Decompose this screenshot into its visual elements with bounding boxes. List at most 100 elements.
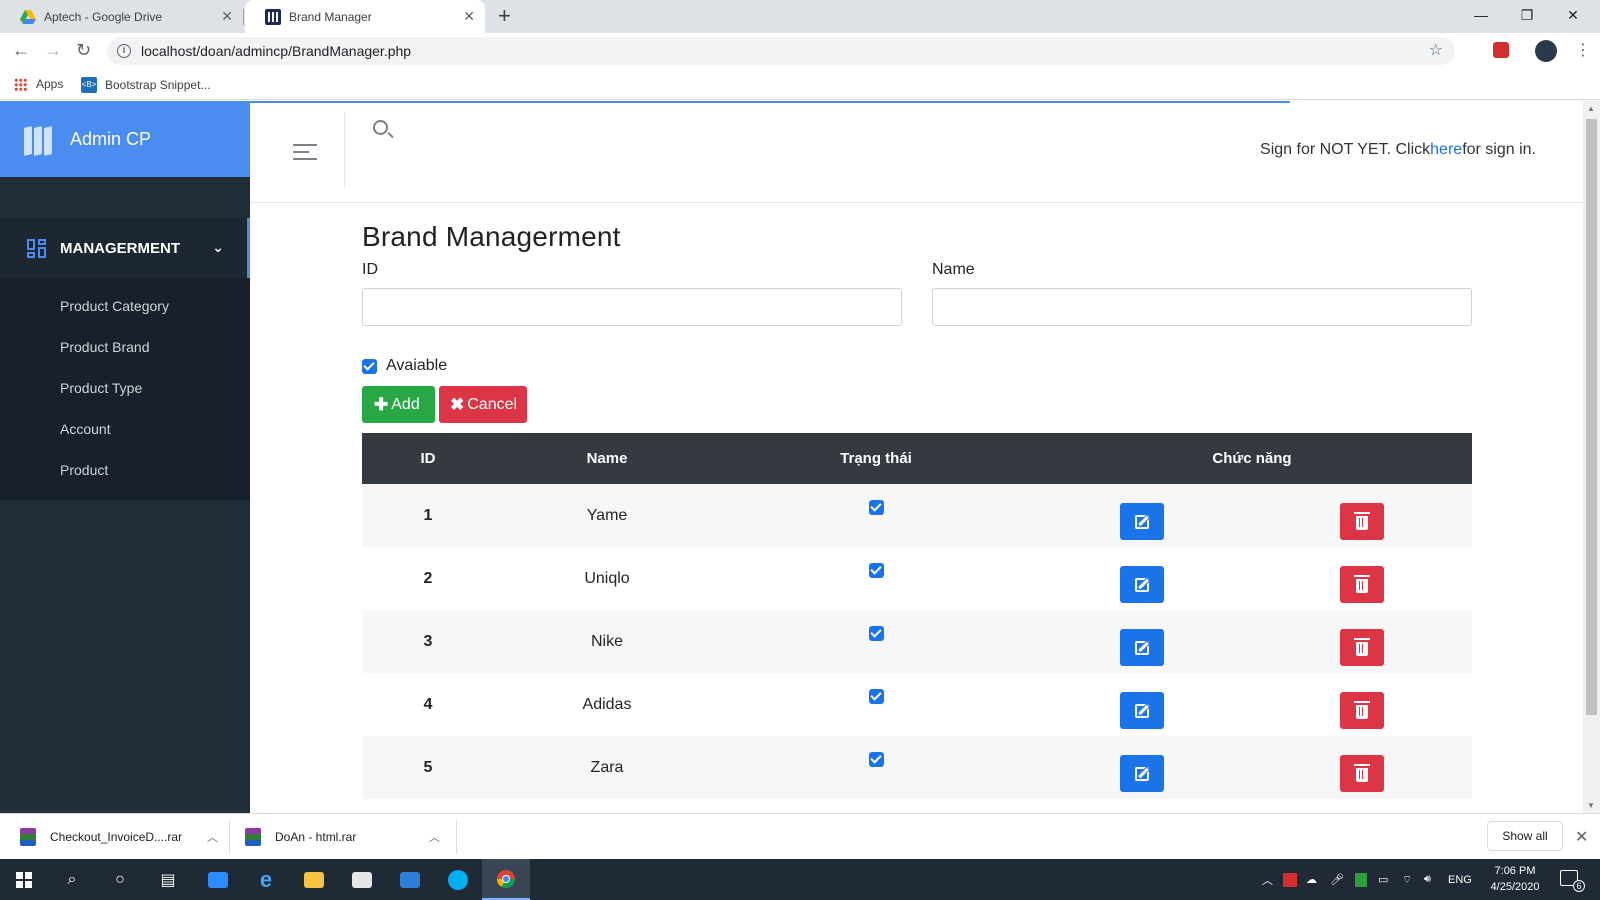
dashboard-grid-icon bbox=[27, 238, 46, 258]
sidebar-item-product-brand[interactable]: Product Brand bbox=[0, 331, 250, 372]
name-input[interactable] bbox=[932, 288, 1472, 326]
forward-arrow-icon[interactable]: → bbox=[44, 40, 62, 60]
sidebar-brand[interactable]: Admin CP bbox=[0, 101, 250, 177]
download-item[interactable]: DoAn - html.rar ︿ bbox=[245, 814, 440, 860]
sidebar-item-product-category[interactable]: Product Category bbox=[0, 290, 250, 331]
cancel-button[interactable]: ✖ Cancel bbox=[439, 386, 527, 423]
battery-icon[interactable]: ▭ bbox=[1378, 859, 1388, 900]
chrome-taskbar-icon[interactable] bbox=[482, 859, 530, 900]
system-clock[interactable]: 7:06 PM 4/25/2020 bbox=[1480, 863, 1550, 895]
back-arrow-icon[interactable]: ← bbox=[12, 40, 30, 60]
sidebar-item-product-type[interactable]: Product Type bbox=[0, 372, 250, 413]
status-checkbox[interactable] bbox=[868, 625, 884, 641]
page-scrollbar[interactable]: ▲ ▼ bbox=[1583, 101, 1600, 813]
sign-in-link[interactable]: here bbox=[1430, 141, 1462, 158]
available-checkbox[interactable] bbox=[362, 358, 377, 374]
tray-green-app-icon[interactable] bbox=[1355, 859, 1367, 900]
chrome-menu-icon[interactable]: ⋮ bbox=[1575, 40, 1591, 60]
sidebar-item-product[interactable]: Product bbox=[0, 454, 250, 495]
download-item[interactable]: Checkout_InvoiceD....rar ︿ bbox=[20, 814, 218, 860]
volume-icon[interactable]: 🔊︎ bbox=[1424, 859, 1431, 900]
bookmark-bootstrap-snippet[interactable]: <B> Bootstrap Snippet... bbox=[81, 77, 210, 93]
delete-button[interactable] bbox=[1340, 629, 1384, 666]
bookmark-star-icon[interactable]: ☆ bbox=[1429, 37, 1443, 65]
file-explorer-icon[interactable] bbox=[290, 859, 338, 900]
status-checkbox[interactable] bbox=[868, 688, 884, 704]
bookmark-label: Apps bbox=[36, 77, 64, 91]
close-download-bar-icon[interactable]: ✕ bbox=[1575, 827, 1588, 847]
cortana-icon[interactable]: ○ bbox=[96, 859, 144, 900]
cell-delete bbox=[1252, 736, 1472, 799]
id-input[interactable] bbox=[362, 288, 902, 326]
url-text: localhost/doan/admincp/BrandManager.php bbox=[141, 43, 412, 59]
status-checkbox[interactable] bbox=[868, 562, 884, 578]
profile-avatar[interactable] bbox=[1535, 40, 1557, 62]
section-label: MANAGERMENT bbox=[60, 239, 180, 257]
reload-icon[interactable]: ↻ bbox=[76, 40, 91, 60]
edit-button[interactable] bbox=[1120, 755, 1164, 792]
store-icon[interactable] bbox=[338, 859, 386, 900]
edit-button[interactable] bbox=[1120, 503, 1164, 540]
tray-app-icon[interactable] bbox=[1283, 859, 1297, 900]
add-button[interactable]: ✚ Add bbox=[362, 386, 435, 423]
available-row: Avaiable bbox=[362, 357, 1472, 375]
delete-button[interactable] bbox=[1340, 566, 1384, 603]
address-bar[interactable]: i localhost/doan/admincp/BrandManager.ph… bbox=[107, 37, 1455, 65]
trash-icon bbox=[1354, 764, 1370, 782]
chevron-up-icon[interactable]: ︿ bbox=[207, 829, 218, 845]
new-tab-button[interactable]: + bbox=[498, 4, 511, 28]
delete-button[interactable] bbox=[1340, 503, 1384, 540]
table-row: 4 Adidas bbox=[362, 673, 1472, 736]
restore-button[interactable]: ❐ bbox=[1504, 0, 1550, 30]
scroll-up-arrow-icon[interactable]: ▲ bbox=[1587, 104, 1595, 113]
edit-button[interactable] bbox=[1120, 692, 1164, 729]
action-center-icon[interactable]: 6 bbox=[1560, 870, 1585, 892]
language-indicator[interactable]: ENG bbox=[1448, 859, 1472, 900]
tray-expand-icon[interactable]: ︿ bbox=[1262, 859, 1273, 900]
trash-icon bbox=[1354, 638, 1370, 656]
scroll-down-arrow-icon[interactable]: ▼ bbox=[1587, 801, 1595, 810]
edge-browser-icon[interactable]: e bbox=[242, 859, 290, 900]
edit-pencil-icon bbox=[1135, 640, 1149, 655]
delete-button[interactable] bbox=[1340, 755, 1384, 792]
windows-start-icon[interactable] bbox=[0, 859, 48, 900]
cell-id: 3 bbox=[362, 610, 494, 673]
task-view-icon[interactable]: ▤ bbox=[144, 859, 192, 900]
skype-icon[interactable] bbox=[434, 859, 482, 900]
search-icon[interactable]: ⌕ bbox=[48, 859, 96, 900]
show-all-button[interactable]: Show all bbox=[1487, 821, 1563, 851]
cell-name: Zara bbox=[494, 736, 720, 799]
scrollbar-thumb[interactable] bbox=[1586, 119, 1597, 715]
search-icon[interactable] bbox=[373, 120, 388, 135]
onedrive-icon[interactable]: ☁ bbox=[1306, 859, 1317, 900]
extension-icon[interactable] bbox=[1493, 42, 1509, 58]
bookmark-apps[interactable]: Apps bbox=[14, 77, 63, 91]
close-tab-icon[interactable]: ✕ bbox=[221, 9, 233, 23]
brand-table: ID Name Trạng thái Chức năng 1 Yame 2 Uniql… bbox=[362, 433, 1472, 799]
column-header-id: ID bbox=[362, 433, 494, 484]
sidebar-item-account[interactable]: Account bbox=[0, 413, 250, 454]
delete-button[interactable] bbox=[1340, 692, 1384, 729]
browser-tab-google-drive[interactable]: Aptech - Google Drive ✕ bbox=[0, 0, 243, 33]
browser-tab-brand-manager[interactable]: Brand Manager ✕ bbox=[245, 0, 485, 33]
site-info-icon[interactable]: i bbox=[117, 44, 131, 58]
close-window-button[interactable]: ✕ bbox=[1550, 0, 1596, 30]
edit-button[interactable] bbox=[1120, 566, 1164, 603]
sidebar-section-management[interactable]: MANAGERMENT ⌄ bbox=[0, 218, 250, 278]
mail-icon[interactable] bbox=[386, 859, 434, 900]
cell-name: Yame bbox=[494, 484, 720, 547]
status-checkbox[interactable] bbox=[868, 751, 884, 767]
wifi-icon[interactable]: ⌔ bbox=[1402, 859, 1412, 900]
cell-delete bbox=[1252, 484, 1472, 547]
browser-toolbar: ← → ↻ i localhost/doan/admincp/BrandMana… bbox=[0, 33, 1600, 69]
close-tab-icon[interactable]: ✕ bbox=[463, 9, 475, 23]
zoom-app-icon[interactable] bbox=[194, 859, 242, 900]
column-header-name: Name bbox=[494, 433, 720, 484]
minimize-button[interactable]: — bbox=[1458, 0, 1504, 30]
sign-in-prefix: Sign for NOT YET. Click bbox=[1260, 141, 1431, 158]
chevron-up-icon[interactable]: ︿ bbox=[429, 829, 440, 845]
menu-toggle-icon[interactable] bbox=[293, 144, 317, 165]
status-checkbox[interactable] bbox=[868, 499, 884, 515]
edit-button[interactable] bbox=[1120, 629, 1164, 666]
microphone-icon[interactable]: 🎤︎ bbox=[1330, 859, 1344, 900]
